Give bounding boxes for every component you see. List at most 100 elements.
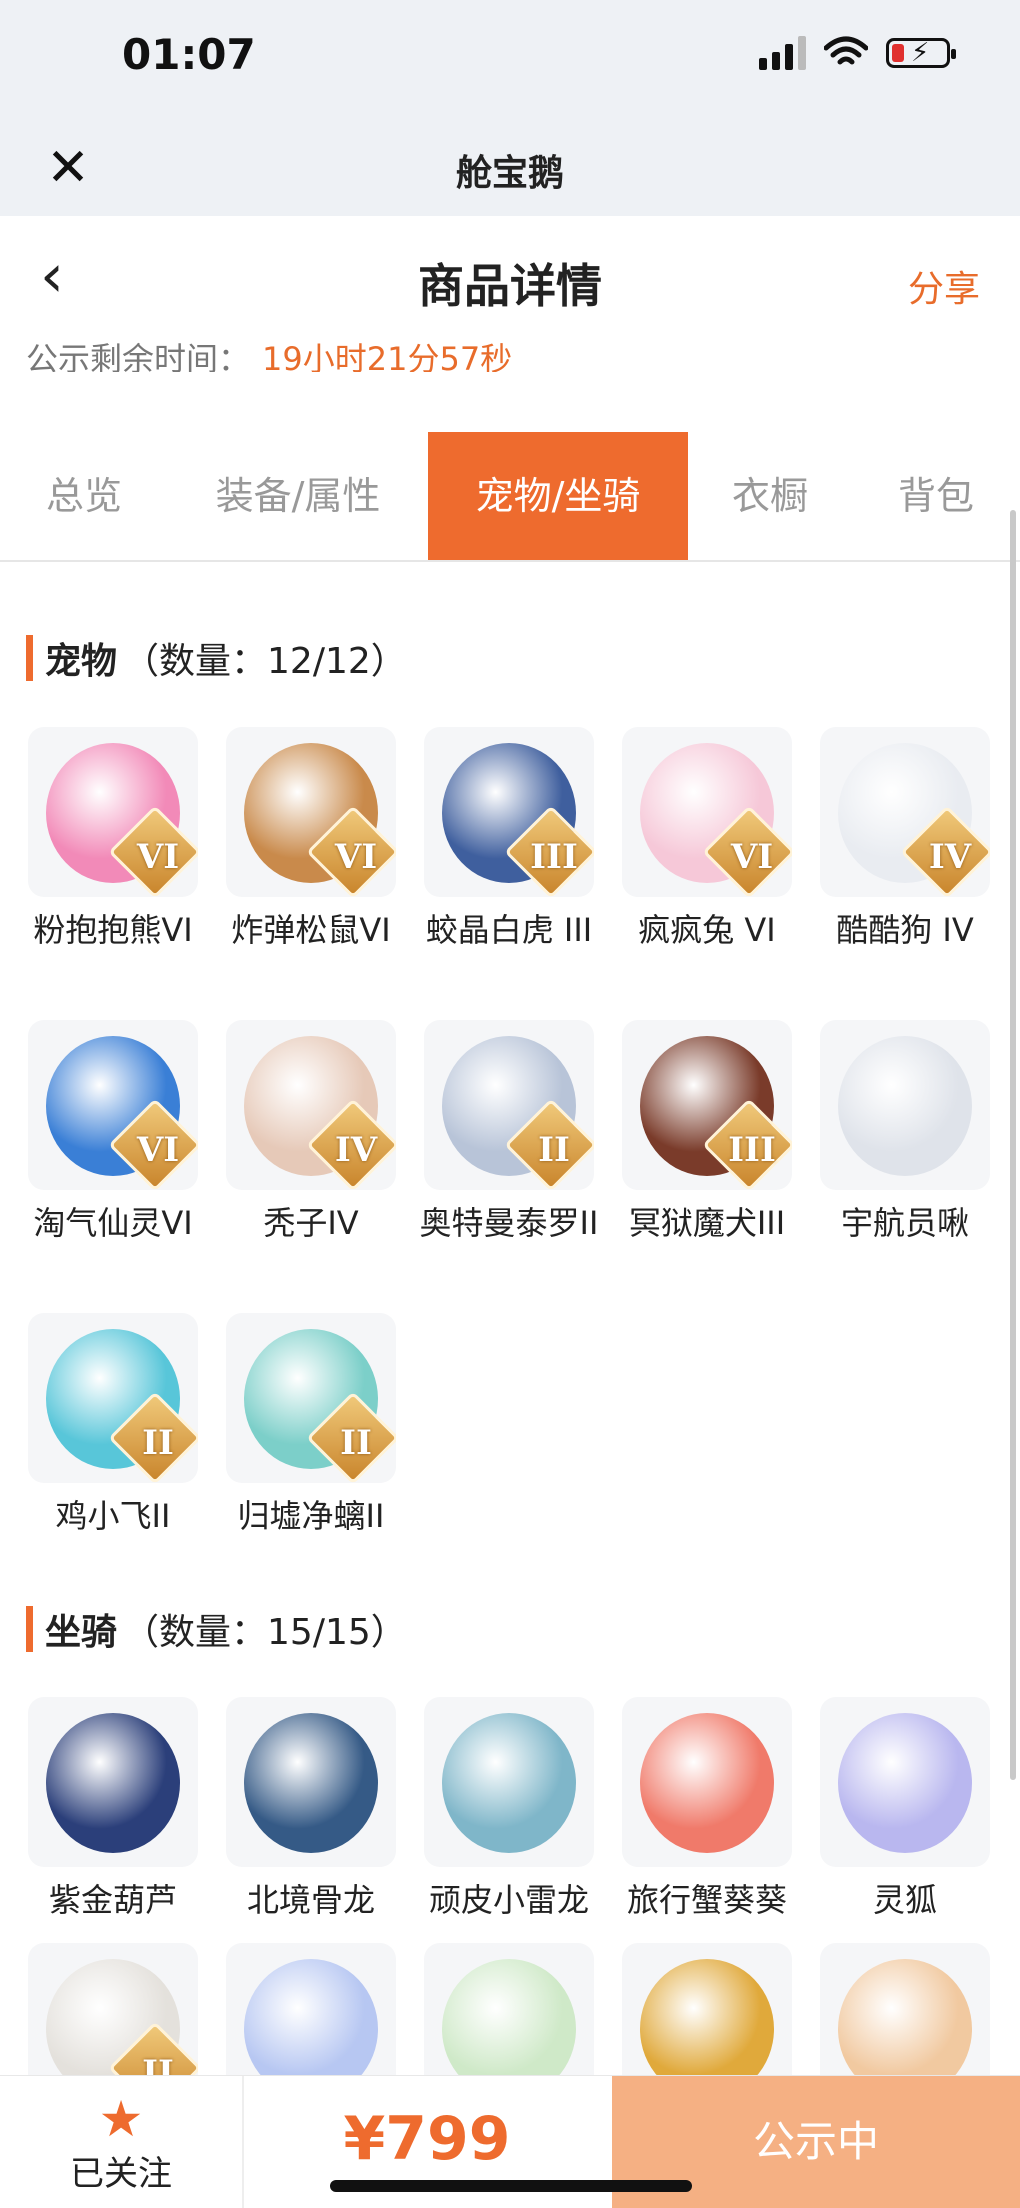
pets-name: 疯疯兔 VI xyxy=(638,911,776,949)
pets-thumbnail: IV xyxy=(820,727,990,897)
pets-thumbnail: III xyxy=(424,727,594,897)
mounts-image xyxy=(640,1713,774,1853)
wifi-icon xyxy=(824,36,868,65)
home-indicator xyxy=(330,2180,692,2192)
pets-image xyxy=(838,1036,972,1176)
pets-name: 粉抱抱熊VI xyxy=(33,911,193,949)
pets-name: 秃子IV xyxy=(263,1204,359,1242)
pets-thumbnail: IV xyxy=(226,1020,396,1190)
rank-badge-text: III xyxy=(530,837,578,877)
pets-section-count: （数量：12/12） xyxy=(123,641,407,682)
pets-name: 鸡小飞II xyxy=(55,1497,171,1535)
pets-name: 酷酷狗 IV xyxy=(836,911,974,949)
pets-name: 宇航员啾 xyxy=(840,1204,969,1242)
status-time: 01:07 xyxy=(122,30,256,79)
tab-equipment[interactable]: 装备/属性 xyxy=(168,432,428,560)
pets-name: 归墟净螭II xyxy=(237,1497,385,1535)
countdown-value: 19小时21分57秒 xyxy=(262,340,513,372)
rank-badge-text: II xyxy=(142,1423,174,1463)
status-bar: 01:07 ⚡ xyxy=(0,0,1020,120)
nav-bar: ‹ 商品详情 分享 xyxy=(0,216,1020,336)
pets-item[interactable]: II 奥特曼泰罗II xyxy=(414,1020,604,1246)
mounts-image xyxy=(442,1713,576,1853)
rank-badge-text: II xyxy=(340,1423,372,1463)
rank-badge-text: VI xyxy=(136,1130,180,1170)
mounts-item[interactable]: 北境骨龙 xyxy=(216,1697,406,1923)
rank-badge-text: VI xyxy=(334,837,378,877)
pets-item[interactable]: VI 炸弹松鼠VI xyxy=(216,727,406,953)
signal-icon xyxy=(759,36,806,70)
mounts-thumbnail xyxy=(820,1697,990,1867)
mounts-thumbnail xyxy=(28,1697,198,1867)
scrollbar[interactable] xyxy=(1010,510,1016,1780)
page-title: 商品详情 xyxy=(418,259,602,313)
mounts-thumbnail xyxy=(622,1697,792,1867)
rank-badge-text: VI xyxy=(730,837,774,877)
follow-label: 已关注 xyxy=(70,2154,172,2194)
mounts-image xyxy=(838,1713,972,1853)
tab-backpack[interactable]: 背包 xyxy=(852,432,1020,560)
pets-item[interactable]: VI 淘气仙灵VI xyxy=(18,1020,208,1246)
app-bar: ✕ 舱宝鹅 xyxy=(0,120,1020,216)
mounts-image xyxy=(244,1713,378,1853)
mounts-name: 灵狐 xyxy=(872,1881,937,1919)
rank-badge-text: III xyxy=(728,1130,776,1170)
pets-thumbnail: VI xyxy=(28,727,198,897)
mounts-name: 北境骨龙 xyxy=(246,1881,375,1919)
rank-badge-text: IV xyxy=(928,837,972,877)
pets-item[interactable]: VI 粉抱抱熊VI xyxy=(18,727,208,953)
pets-section-name: 宠物 xyxy=(45,641,118,682)
tab-wardrobe[interactable]: 衣橱 xyxy=(688,432,852,560)
star-icon: ★ xyxy=(98,2090,144,2148)
pets-thumbnail: II xyxy=(424,1020,594,1190)
pets-thumbnail: VI xyxy=(622,727,792,897)
mounts-item[interactable]: 灵狐 xyxy=(810,1697,1000,1923)
pets-item[interactable]: III 蛟晶白虎 III xyxy=(414,727,604,953)
mounts-image xyxy=(46,1713,180,1853)
app-title: 舱宝鹅 xyxy=(455,153,564,194)
mounts-section-count: （数量：15/15） xyxy=(123,1612,407,1653)
price: ¥799 xyxy=(343,2104,511,2174)
mounts-thumbnail xyxy=(226,1697,396,1867)
pets-name: 蛟晶白虎 III xyxy=(425,911,593,949)
pets-item[interactable]: 宇航员啾 xyxy=(810,1020,1000,1246)
mounts-item[interactable]: 紫金葫芦 xyxy=(18,1697,208,1923)
pets-name: 冥狱魔犬III xyxy=(628,1204,786,1242)
rank-badge-text: VI xyxy=(136,837,180,877)
pets-item[interactable]: IV 秃子IV xyxy=(216,1020,406,1246)
tab-pets-mounts[interactable]: 宠物/坐骑 xyxy=(428,432,688,560)
battery-icon: ⚡ xyxy=(886,38,956,68)
tab-overview[interactable]: 总览 xyxy=(0,432,168,560)
mounts-thumbnail xyxy=(424,1697,594,1867)
pets-thumbnail: VI xyxy=(28,1020,198,1190)
share-button[interactable]: 分享 xyxy=(908,260,980,312)
pets-name: 奥特曼泰罗II xyxy=(419,1204,599,1242)
follow-button[interactable]: ★ 已关注 xyxy=(0,2076,244,2208)
pets-thumbnail: VI xyxy=(226,727,396,897)
pets-item[interactable]: II 归墟净螭II xyxy=(216,1313,406,1539)
pets-section-title: 宠物 （数量：12/12） xyxy=(26,633,407,683)
pets-item[interactable]: II 鸡小飞II xyxy=(18,1313,208,1539)
pets-item[interactable]: IV 酷酷狗 IV xyxy=(810,727,1000,953)
mounts-name: 顽皮小雷龙 xyxy=(428,1881,589,1919)
mounts-item[interactable]: 顽皮小雷龙 xyxy=(414,1697,604,1923)
countdown-notice: 公示剩余时间： 19小时21分57秒 xyxy=(26,334,512,372)
rank-badge-text: II xyxy=(538,1130,570,1170)
pets-item[interactable]: III 冥狱魔犬III xyxy=(612,1020,802,1246)
pets-thumbnail xyxy=(820,1020,990,1190)
pets-thumbnail: II xyxy=(226,1313,396,1483)
mounts-item[interactable]: 旅行蟹葵葵 xyxy=(612,1697,802,1923)
status-icons: ⚡ xyxy=(759,36,956,70)
pets-thumbnail: II xyxy=(28,1313,198,1483)
countdown-label: 公示剩余时间： xyxy=(26,340,251,372)
mounts-section-title: 坐骑 （数量：15/15） xyxy=(26,1604,407,1654)
pets-item[interactable]: VI 疯疯兔 VI xyxy=(612,727,802,953)
rank-badge-text: IV xyxy=(334,1130,378,1170)
mounts-name: 旅行蟹葵葵 xyxy=(626,1881,787,1919)
pets-name: 炸弹松鼠VI xyxy=(231,911,391,949)
pets-thumbnail: III xyxy=(622,1020,792,1190)
pets-name: 淘气仙灵VI xyxy=(33,1204,193,1242)
mounts-name: 紫金葫芦 xyxy=(48,1881,177,1919)
mounts-section-name: 坐骑 xyxy=(45,1612,118,1653)
tab-bar: 总览 装备/属性 宠物/坐骑 衣橱 背包 xyxy=(0,432,1020,562)
